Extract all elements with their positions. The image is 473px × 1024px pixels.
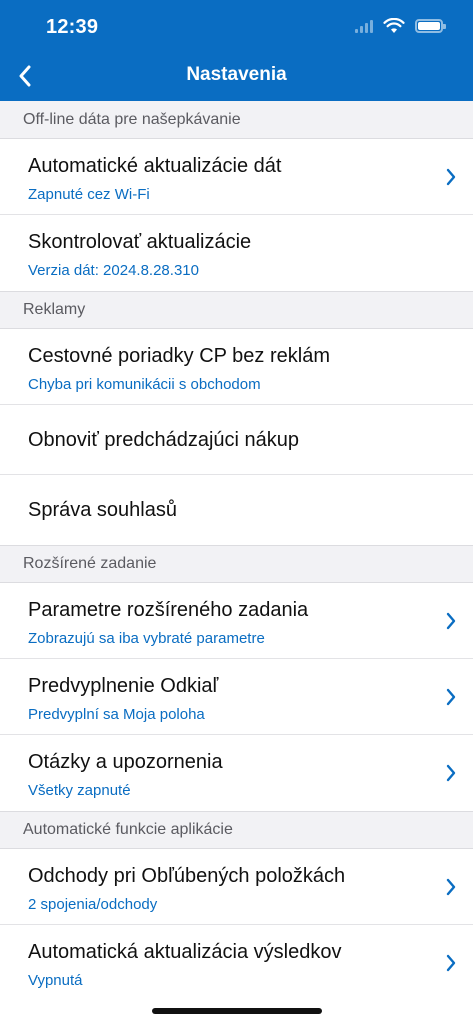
status-icons xyxy=(355,16,446,36)
row-prefill-from[interactable]: Predvyplnenie Odkiaľ Predvyplní sa Moja … xyxy=(0,659,473,735)
row-check-updates[interactable]: Skontrolovať aktualizácie Verzia dát: 20… xyxy=(0,215,473,291)
row-title: Parametre rozšíreného zadania xyxy=(28,599,309,621)
row-title: Cestovné poriadky CP bez reklám xyxy=(28,345,330,367)
header: 12:39 Nastavenia xyxy=(0,0,473,101)
wifi-icon xyxy=(383,18,405,33)
home-indicator[interactable] xyxy=(152,1008,322,1014)
chevron-right-icon xyxy=(446,168,456,186)
section-header-extended: Rozšírené zadanie xyxy=(0,545,473,583)
row-title: Správa souhlasů xyxy=(28,499,177,521)
row-subtitle: Všetky zapnuté xyxy=(28,782,131,799)
row-favorite-departures[interactable]: Odchody pri Obľúbených položkách 2 spoje… xyxy=(0,849,473,925)
row-consent-management[interactable]: Správa souhlasů xyxy=(0,475,473,545)
row-subtitle: Chyba pri komunikácii s obchodom xyxy=(28,376,261,393)
row-title: Automatické aktualizácie dát xyxy=(28,155,282,177)
chevron-right-icon xyxy=(446,954,456,972)
row-subtitle: Verzia dát: 2024.8.28.310 xyxy=(28,262,199,279)
row-subtitle: 2 spojenia/odchody xyxy=(28,896,158,913)
chevron-right-icon xyxy=(446,688,456,706)
settings-screen: 12:39 Nastavenia Off-line dáta pre našep… xyxy=(0,0,473,1024)
chevron-right-icon xyxy=(446,612,456,630)
row-title: Odchody pri Obľúbených položkách xyxy=(28,865,346,887)
row-title: Obnoviť predchádzajúci nákup xyxy=(28,429,300,451)
row-extended-params[interactable]: Parametre rozšíreného zadania Zobrazujú … xyxy=(0,583,473,659)
row-title: Automatická aktualizácia výsledkov xyxy=(28,941,342,963)
row-title: Skontrolovať aktualizácie xyxy=(28,231,252,253)
status-time: 12:39 xyxy=(46,16,99,38)
section-header-auto-functions: Automatické funkcie aplikácie xyxy=(0,811,473,849)
row-questions-alerts[interactable]: Otázky a upozornenia Všetky zapnuté xyxy=(0,735,473,811)
section-header-offline: Off-line dáta pre našepkávanie xyxy=(0,101,473,139)
row-subtitle: Zobrazujú sa iba vybraté parametre xyxy=(28,630,265,647)
page-title: Nastavenia xyxy=(186,64,287,85)
row-subtitle: Zapnuté cez Wi-Fi xyxy=(28,186,150,203)
row-auto-updates[interactable]: Automatické aktualizácie dát Zapnuté cez… xyxy=(0,139,473,215)
row-no-ads[interactable]: Cestovné poriadky CP bez reklám Chyba pr… xyxy=(0,329,473,405)
row-auto-refresh-results[interactable]: Automatická aktualizácia výsledkov Vypnu… xyxy=(0,925,473,1001)
row-subtitle: Vypnutá xyxy=(28,972,83,989)
signal-icon xyxy=(355,19,373,33)
chevron-right-icon xyxy=(446,878,456,896)
row-title: Otázky a upozornenia xyxy=(28,751,223,773)
chevron-right-icon xyxy=(446,764,456,782)
row-restore-purchase[interactable]: Obnoviť predchádzajúci nákup xyxy=(0,405,473,475)
section-header-ads: Reklamy xyxy=(0,291,473,329)
settings-list: Off-line dáta pre našepkávanie Automatic… xyxy=(0,101,473,1001)
battery-icon xyxy=(415,19,446,33)
row-title: Predvyplnenie Odkiaľ xyxy=(28,675,219,697)
row-subtitle: Predvyplní sa Moja poloha xyxy=(28,706,205,723)
